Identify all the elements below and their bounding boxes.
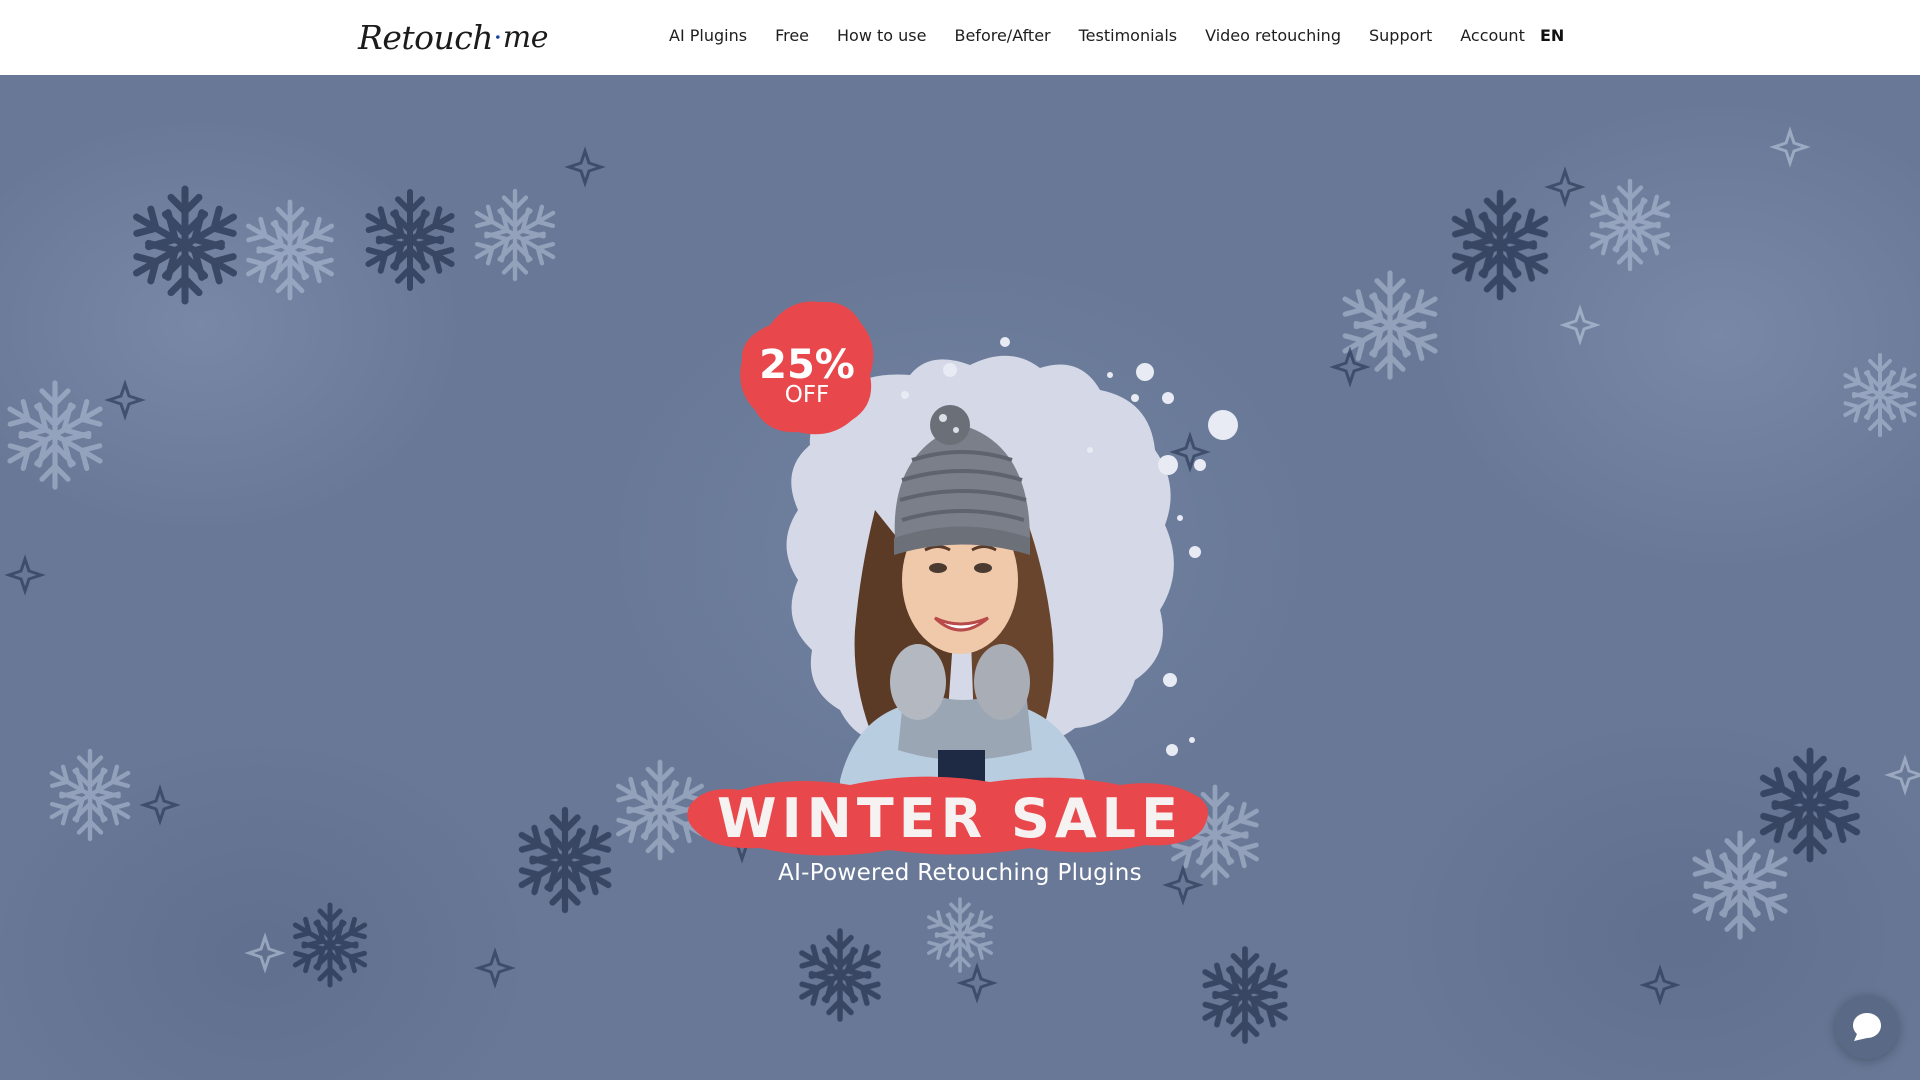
nav-testimonials[interactable]: Testimonials (1079, 24, 1178, 48)
logo-text-left: Retouch (358, 17, 494, 57)
winter-sale-banner: WINTER SALE (687, 776, 1209, 856)
language-selector[interactable]: EN (1540, 24, 1564, 48)
winter-sale-promo: 25% OFF WINTER SALE (687, 301, 1238, 856)
nav-free[interactable]: Free (775, 24, 809, 48)
nav-support[interactable]: Support (1369, 24, 1432, 48)
nav-video-retouching[interactable]: Video retouching (1205, 24, 1341, 48)
chat-button[interactable] (1835, 995, 1899, 1059)
nav-account[interactable]: Account (1460, 24, 1525, 48)
site-header: Retouch me AI Plugins Free How to use Be… (0, 0, 1920, 75)
chat-bubble-icon (1853, 1013, 1881, 1041)
hero-tagline: AI-Powered Retouching Plugins (778, 860, 1142, 886)
banner-text: WINTER SALE (717, 787, 1183, 850)
discount-badge: 25% OFF (740, 301, 874, 435)
badge-off: OFF (785, 382, 830, 408)
nav-before-after[interactable]: Before/After (954, 24, 1050, 48)
hero-section: 25% OFF WINTER SALE AI-Powered Retouchin… (0, 75, 1920, 1080)
nav-how-to-use[interactable]: How to use (837, 24, 926, 48)
logo-hexagon-icon (496, 35, 500, 39)
logo[interactable]: Retouch me (358, 12, 549, 62)
logo-text-right: me (502, 19, 549, 55)
main-nav: AI Plugins Free How to use Before/After … (669, 24, 1525, 48)
nav-ai-plugins[interactable]: AI Plugins (669, 24, 747, 48)
